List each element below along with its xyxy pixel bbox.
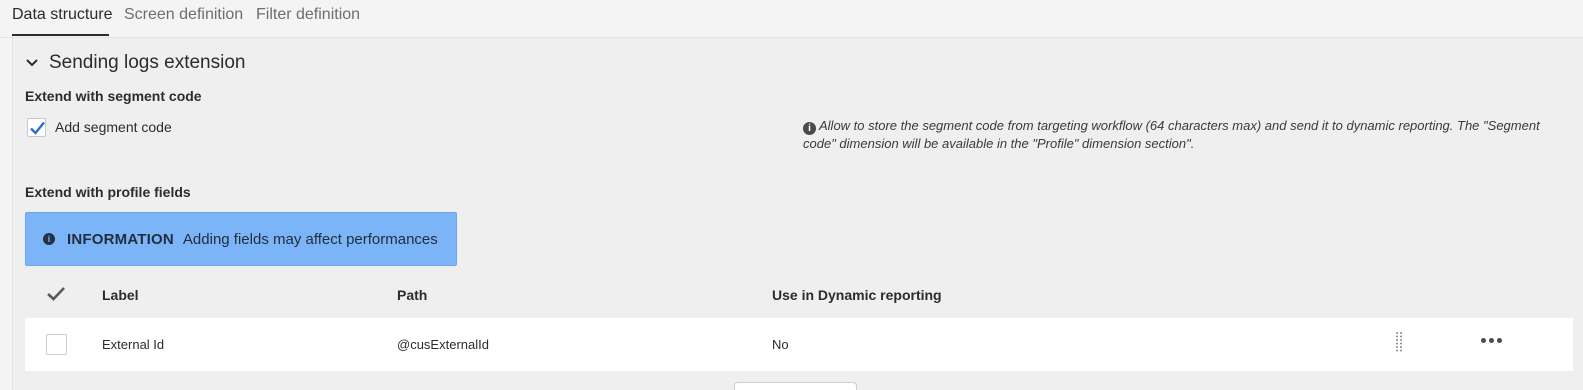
segment-heading: Extend with segment code: [25, 88, 202, 104]
info-icon: i: [43, 233, 55, 245]
row-dynamic-reporting: No: [772, 337, 789, 352]
add-segment-code-checkbox[interactable]: [27, 118, 46, 137]
sending-logs-panel: Sending logs extension Extend with segme…: [12, 38, 1583, 390]
row-checkbox[interactable]: [46, 334, 67, 355]
segment-hint: i Allow to store the segment code from ta…: [803, 117, 1573, 153]
add-segment-code-label: Add segment code: [55, 119, 172, 135]
select-all-check-icon[interactable]: [46, 286, 66, 307]
active-tab-indicator: [12, 34, 109, 36]
column-dynamic-reporting: Use in Dynamic reporting: [772, 287, 942, 303]
chevron-down-icon: [25, 53, 47, 73]
section-title: Sending logs extension: [49, 52, 246, 73]
row-path: @cusExternalId: [397, 337, 489, 352]
info-title: INFORMATION: [67, 230, 174, 248]
column-path: Path: [397, 287, 428, 303]
tab-bar: Data structure Screen definition Filter …: [0, 0, 1583, 38]
section-toggle[interactable]: Sending logs extension: [25, 52, 245, 74]
tab-filter-definition[interactable]: Filter definition: [256, 6, 360, 24]
row-label: External Id: [102, 337, 165, 352]
table-row[interactable]: External Id @cusExternalId No: [25, 318, 1573, 371]
info-icon: i: [803, 122, 816, 135]
info-message: Adding fields may affect performances: [182, 230, 438, 248]
add-element-button[interactable]: [734, 382, 857, 390]
drag-handle-icon[interactable]: [1395, 331, 1403, 358]
profile-heading: Extend with profile fields: [25, 184, 191, 200]
more-options-icon[interactable]: [1481, 338, 1502, 343]
tab-data-structure[interactable]: Data structure: [12, 6, 112, 24]
table-header: Label Path Use in Dynamic reporting: [25, 282, 1573, 316]
tab-screen-definition[interactable]: Screen definition: [124, 6, 243, 24]
information-banner: i INFORMATION Adding fields may affect p…: [25, 212, 457, 266]
segment-hint-text: Allow to store the segment code from tar…: [803, 118, 1540, 151]
column-label: Label: [102, 287, 139, 303]
checkmark-icon: [30, 121, 45, 135]
